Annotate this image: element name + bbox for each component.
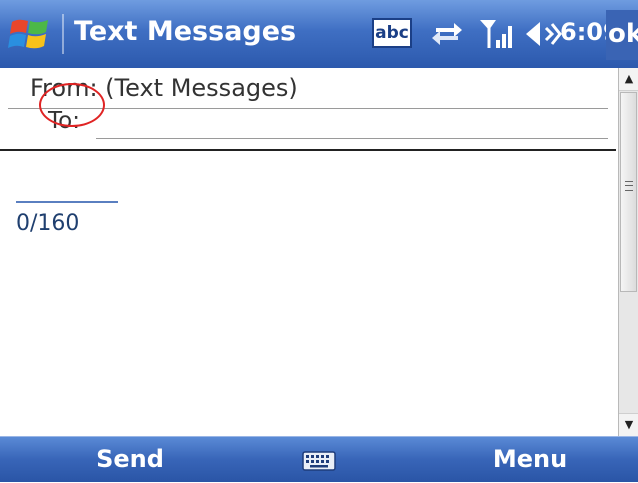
thumb-grip-icon: [625, 181, 633, 191]
menu-button[interactable]: Menu: [460, 437, 600, 483]
to-underline: [96, 138, 608, 139]
scroll-thumb[interactable]: [620, 92, 637, 292]
app-title: Text Messages: [74, 16, 297, 47]
title-divider: [62, 14, 64, 54]
ok-button[interactable]: ok: [606, 10, 638, 60]
vertical-scrollbar[interactable]: ▲ ▼: [618, 68, 638, 436]
character-counter: 0/160: [16, 211, 80, 236]
softkey-bar: Send Menu: [0, 436, 638, 482]
input-mode-icon[interactable]: abc: [372, 18, 412, 48]
windows-start-icon[interactable]: [8, 14, 52, 54]
to-highlight-circle: [39, 83, 105, 127]
scroll-down-arrow-icon[interactable]: ▼: [619, 413, 638, 436]
signal-strength-icon[interactable]: [478, 16, 516, 52]
sync-arrows-icon[interactable]: [428, 18, 466, 50]
scroll-up-arrow-icon[interactable]: ▲: [619, 68, 638, 91]
keyboard-icon[interactable]: [302, 451, 336, 471]
message-compose-area: From: (Text Messages) To: 0/160: [0, 68, 616, 436]
message-body-input[interactable]: [0, 152, 616, 432]
title-bar: Text Messages abc 6:09 ok: [0, 0, 638, 68]
counter-divider: [16, 201, 118, 203]
send-button[interactable]: Send: [60, 437, 200, 483]
volume-icon[interactable]: [522, 18, 562, 50]
header-separator: [0, 149, 616, 151]
to-input[interactable]: [100, 110, 608, 136]
